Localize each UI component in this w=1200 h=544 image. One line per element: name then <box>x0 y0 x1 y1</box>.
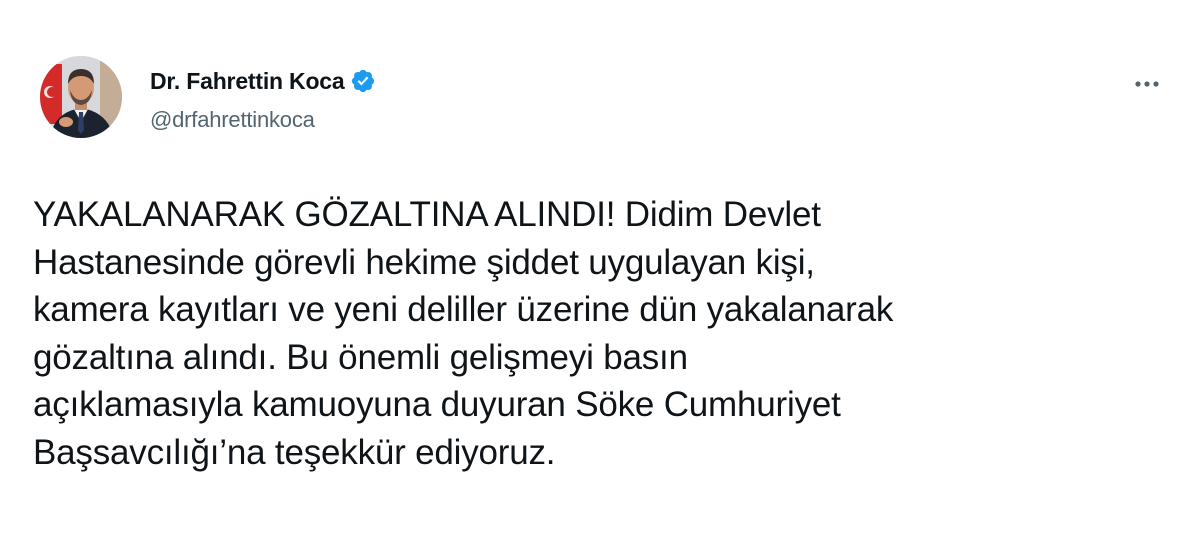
author-name-row: Dr. Fahrettin Koca <box>150 66 376 96</box>
author-display-name[interactable]: Dr. Fahrettin Koca <box>150 68 345 95</box>
tweet-card: Dr. Fahrettin Koca @drfahrettinkoca YAKA… <box>0 0 1200 544</box>
author-avatar[interactable] <box>40 56 122 138</box>
more-options-button[interactable] <box>1132 72 1162 96</box>
author-info: Dr. Fahrettin Koca @drfahrettinkoca <box>150 66 376 133</box>
profile-photo <box>40 56 122 138</box>
more-options-icon <box>1135 81 1159 87</box>
tweet-text: YAKALANARAK GÖZALTINA ALINDI! Didim Devl… <box>33 195 894 472</box>
author-handle[interactable]: @drfahrettinkoca <box>150 107 376 133</box>
verified-badge-icon <box>350 68 376 94</box>
